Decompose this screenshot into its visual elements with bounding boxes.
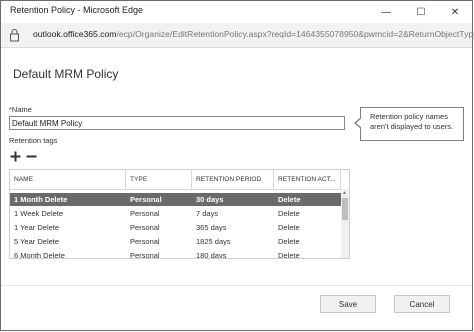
title-bar: Retention Policy - Microsoft Edge — ☐ ✕ (1, 1, 472, 23)
cell-type: Personal (130, 195, 162, 204)
cell-period: 30 days (196, 195, 224, 204)
table-row[interactable]: 1 Week Delete Personal 7 days Delete (10, 207, 341, 220)
browser-window: Retention Policy - Microsoft Edge — ☐ ✕ … (0, 0, 474, 331)
cell-name: 1 Year Delete (14, 223, 60, 232)
scroll-up-icon[interactable]: ▲ (342, 190, 347, 196)
remove-tag-button[interactable] (26, 151, 37, 162)
cell-name: 6 Month Delete (14, 251, 65, 259)
table-row[interactable]: 1 Month Delete Personal 30 days Delete (10, 193, 341, 206)
cell-name: 5 Year Delete (14, 237, 60, 246)
cell-action: Delete (278, 251, 300, 259)
url-text: outlook.office365.com/ecp/Organize/EditR… (33, 29, 474, 39)
address-bar[interactable]: outlook.office365.com/ecp/Organize/EditR… (1, 23, 474, 48)
cell-action: Delete (278, 237, 300, 246)
cell-type: Personal (130, 209, 160, 218)
url-path: /ecp/Organize/EditRetentionPolicy.aspx?r… (116, 29, 474, 39)
retention-tags-label: Retention tags (9, 136, 58, 145)
table-header: NAME TYPE RETENTION PERIOD RETENTION ACT… (10, 170, 349, 190)
url-domain: outlook.office365.com (33, 29, 117, 39)
name-input[interactable] (9, 116, 345, 130)
cell-action: Delete (278, 209, 300, 218)
column-header-name[interactable]: NAME (10, 170, 126, 189)
page-title: Default MRM Policy (13, 67, 119, 81)
cancel-button[interactable]: Cancel (394, 295, 450, 313)
cell-action: Delete (278, 195, 301, 204)
table-row[interactable]: 6 Month Delete Personal 180 days Delete (10, 249, 341, 259)
cell-period: 180 days (196, 251, 227, 259)
plus-icon (10, 151, 21, 162)
column-header-action[interactable]: RETENTION ACT... (274, 170, 341, 189)
table-row[interactable]: 5 Year Delete Personal 1825 days Delete (10, 235, 341, 248)
close-icon: ✕ (450, 6, 460, 18)
retention-tags-table: NAME TYPE RETENTION PERIOD RETENTION ACT… (9, 169, 350, 259)
minimize-icon: — (381, 6, 391, 18)
maximize-icon: ☐ (416, 6, 426, 18)
tooltip-text: Retention policy names aren't displayed … (370, 112, 454, 131)
scrollbar-thumb[interactable] (342, 198, 348, 220)
window-title: Retention Policy - Microsoft Edge (10, 5, 144, 15)
column-header-period[interactable]: RETENTION PERIOD (192, 170, 274, 189)
add-tag-button[interactable] (10, 151, 21, 162)
name-tooltip: Retention policy names aren't displayed … (354, 107, 464, 141)
table-row[interactable]: 1 Year Delete Personal 365 days Delete (10, 221, 341, 234)
cell-period: 7 days (196, 209, 219, 218)
cell-name: 1 Month Delete (14, 195, 68, 204)
cell-type: Personal (130, 237, 160, 246)
close-button[interactable]: ✕ (438, 1, 472, 23)
minus-icon (26, 155, 37, 158)
column-header-type[interactable]: TYPE (126, 170, 192, 189)
cell-action: Delete (278, 223, 300, 232)
save-button[interactable]: Save (320, 295, 376, 313)
cell-period: 365 days (196, 223, 227, 232)
lock-icon (10, 29, 19, 42)
table-scrollbar[interactable]: ▲ (341, 189, 349, 258)
minimize-button[interactable]: — (369, 1, 403, 23)
cell-name: 1 Week Delete (14, 209, 64, 218)
maximize-button[interactable]: ☐ (404, 1, 438, 23)
name-label: *Name (9, 105, 32, 114)
cell-period: 1825 days (196, 237, 231, 246)
footer-divider (1, 285, 472, 286)
cell-type: Personal (130, 251, 160, 259)
cell-type: Personal (130, 223, 160, 232)
